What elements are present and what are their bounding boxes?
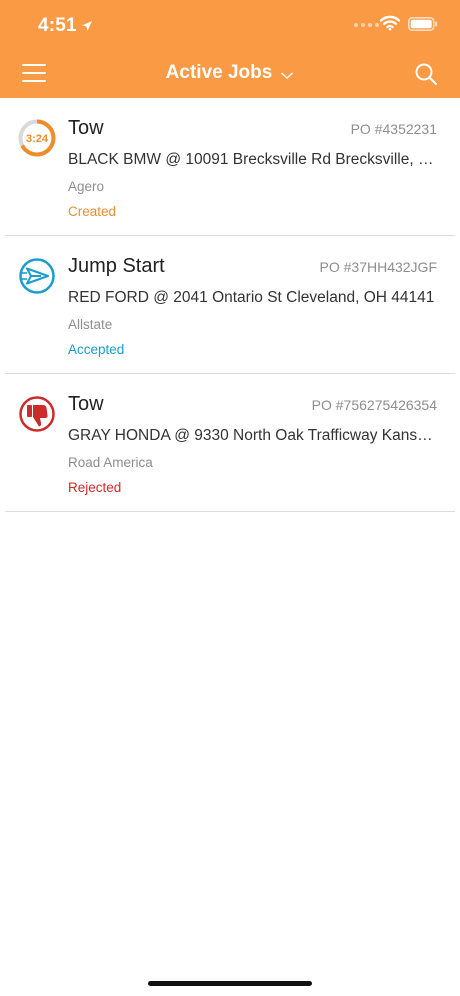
job-service: Jump Start	[68, 255, 165, 277]
jobs-list: 3:24 Tow PO #4352231 BLACK BMW @ 10091 B…	[0, 98, 460, 512]
paper-plane-icon	[19, 258, 55, 294]
job-po-number: PO #4352231	[350, 121, 437, 137]
job-row[interactable]: 3:24 Tow PO #4352231 BLACK BMW @ 10091 B…	[5, 98, 455, 236]
search-icon[interactable]	[414, 62, 438, 86]
location-arrow-icon	[81, 21, 92, 31]
cellular-signal-icon	[354, 23, 379, 27]
job-provider: Agero	[68, 179, 105, 194]
job-status-created: Created	[68, 204, 117, 219]
job-po-number: PO #756275426354	[311, 397, 437, 413]
status-time: 4:51	[38, 15, 93, 37]
battery-icon	[408, 17, 438, 31]
clock-text: 4:51	[38, 15, 77, 36]
thumbs-down-icon	[19, 396, 55, 432]
title-dropdown[interactable]: Active Jobs	[0, 62, 460, 84]
job-service: Tow	[68, 117, 104, 139]
timer-icon: 3:24	[18, 119, 56, 157]
wifi-icon	[380, 15, 400, 31]
navigation-bar: Active Jobs	[0, 50, 460, 98]
status-bar: 4:51	[0, 0, 460, 50]
job-vehicle-location: RED FORD @ 2041 Ontario St Cleveland, OH…	[68, 289, 435, 306]
job-status-rejected: Rejected	[68, 480, 122, 495]
job-po-number: PO #37HH432JGF	[319, 259, 438, 275]
job-status-accepted: Accepted	[68, 342, 125, 357]
home-indicator[interactable]	[148, 981, 312, 986]
timer-label: 3:24	[26, 133, 49, 145]
job-vehicle-location: GRAY HONDA @ 9330 North Oak Trafficway K…	[68, 427, 438, 444]
job-provider: Allstate	[68, 317, 113, 332]
job-service: Tow	[68, 393, 104, 415]
app-screen: 4:51 Active Jobs 3:24 Tow PO #4352231 BL…	[0, 0, 460, 996]
chevron-down-icon	[281, 72, 294, 79]
job-row[interactable]: Tow PO #756275426354 GRAY HONDA @ 9330 N…	[5, 374, 455, 512]
job-row[interactable]: Jump Start PO #37HH432JGF RED FORD @ 204…	[5, 236, 455, 374]
page-title: Active Jobs	[165, 62, 273, 83]
job-provider: Road America	[68, 455, 153, 470]
job-vehicle-location: BLACK BMW @ 10091 Brecksville Rd Brecksv…	[68, 151, 438, 168]
app-header: 4:51 Active Jobs	[0, 0, 460, 98]
